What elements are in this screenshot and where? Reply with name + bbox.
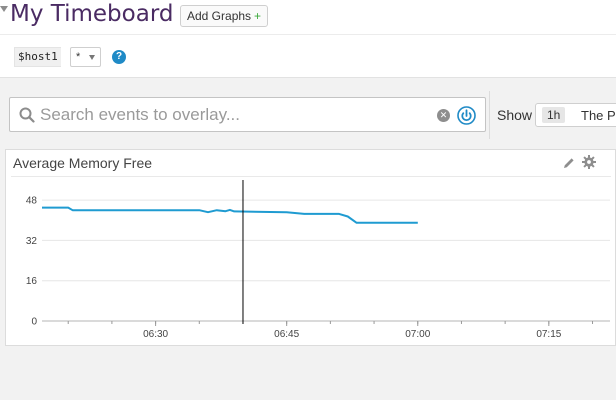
x-tick-label: 06:30 xyxy=(143,329,168,340)
timeframe-range: 1h xyxy=(542,107,566,123)
y-tick-label: 0 xyxy=(31,317,37,328)
timeframe-select[interactable]: 1h The P xyxy=(535,103,616,127)
template-variable-name: $host1 xyxy=(14,47,61,67)
search-input[interactable] xyxy=(40,102,430,128)
clear-icon[interactable]: ✕ xyxy=(437,109,450,122)
series-line xyxy=(42,206,418,224)
menu-caret-icon[interactable] xyxy=(0,6,8,12)
template-variable-select[interactable]: * xyxy=(70,47,101,67)
header-bar: My Timeboard Add Graphs + $host1 * ? xyxy=(0,0,616,78)
help-icon[interactable]: ? xyxy=(112,50,126,64)
power-overlay-icon[interactable] xyxy=(457,106,476,125)
plus-icon: + xyxy=(254,9,262,23)
add-graphs-label: Add Graphs xyxy=(187,9,252,23)
template-variable-value: * xyxy=(76,51,81,63)
x-tick-label: 06:45 xyxy=(274,329,299,340)
chevron-down-icon xyxy=(89,55,95,60)
x-tick-label: 07:00 xyxy=(405,329,430,340)
graph-panel: Average Memory Free 0 16 32 48 06:30 06:45 07:… xyxy=(5,149,616,346)
add-graphs-button[interactable]: Add Graphs + xyxy=(180,5,269,27)
timeframe-text: The P xyxy=(581,108,616,123)
y-tick-label: 48 xyxy=(26,196,38,207)
divider xyxy=(489,91,490,139)
x-tick-label: 07:15 xyxy=(536,329,561,340)
page-title: My Timeboard xyxy=(10,1,174,27)
y-tick-label: 32 xyxy=(26,236,38,247)
show-label: Show xyxy=(497,107,533,123)
event-search-box: ✕ xyxy=(9,97,486,132)
y-tick-label: 16 xyxy=(26,276,38,287)
search-icon xyxy=(19,107,35,123)
divider xyxy=(0,34,616,35)
memory-chart: 0 16 32 48 06:30 06:45 07:00 07:15 xyxy=(26,180,610,340)
